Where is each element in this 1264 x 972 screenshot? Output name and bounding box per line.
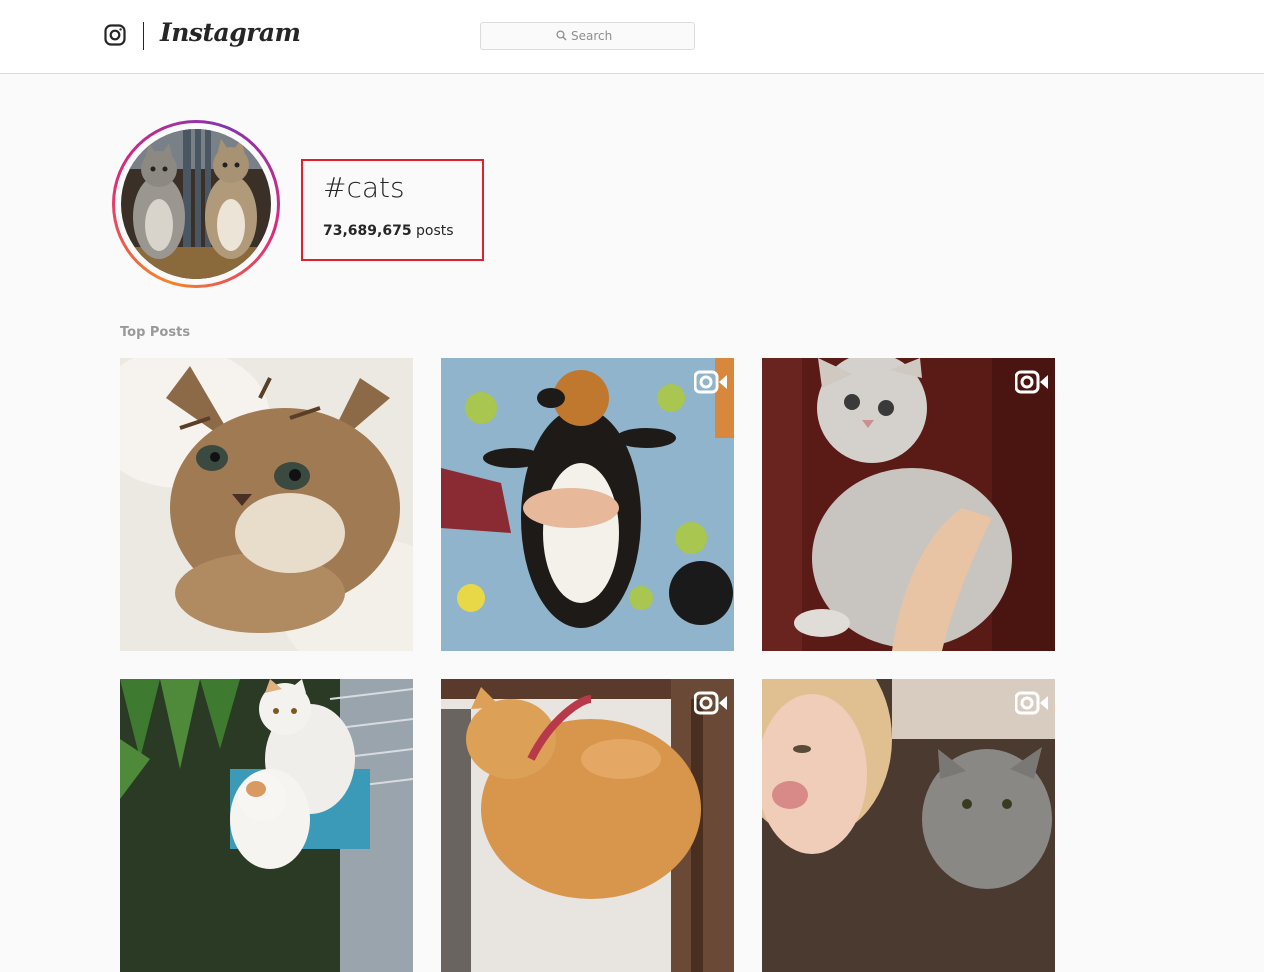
post-image: [120, 679, 413, 972]
post-image: [762, 679, 1055, 972]
post-thumbnail[interactable]: [762, 679, 1055, 972]
hashtag-avatar: [121, 129, 271, 279]
logo-divider: [143, 22, 144, 50]
instagram-wordmark-logo[interactable]: Instagram: [160, 18, 301, 47]
video-camera-icon: [694, 691, 727, 715]
search-icon: [556, 30, 567, 41]
video-camera-icon: [694, 370, 727, 394]
post-thumbnail[interactable]: [120, 679, 413, 972]
post-image: [441, 358, 734, 651]
top-posts-label: Top Posts: [120, 325, 191, 340]
post-thumbnail[interactable]: [762, 358, 1055, 651]
post-count-suffix: posts: [416, 223, 454, 239]
post-thumbnail[interactable]: [441, 358, 734, 651]
search-box[interactable]: [480, 22, 695, 50]
post-image: [441, 679, 734, 972]
hashtag-avatar-ring: [112, 120, 280, 288]
post-thumbnail[interactable]: [120, 358, 413, 651]
hashtag-info-highlight: #cats 73,689,675 posts: [301, 159, 484, 261]
video-camera-icon: [1015, 370, 1048, 394]
post-image: [120, 358, 413, 651]
post-count-number: 73,689,675: [323, 223, 412, 239]
post-thumbnail[interactable]: [441, 679, 734, 972]
post-image: [762, 358, 1055, 651]
search-input[interactable]: [571, 27, 681, 45]
top-nav-bar: Instagram: [0, 0, 1264, 74]
post-count: 73,689,675 posts: [323, 223, 454, 239]
instagram-glyph-icon[interactable]: [104, 24, 126, 46]
video-camera-icon: [1015, 691, 1048, 715]
hashtag-title: #cats: [323, 171, 405, 204]
